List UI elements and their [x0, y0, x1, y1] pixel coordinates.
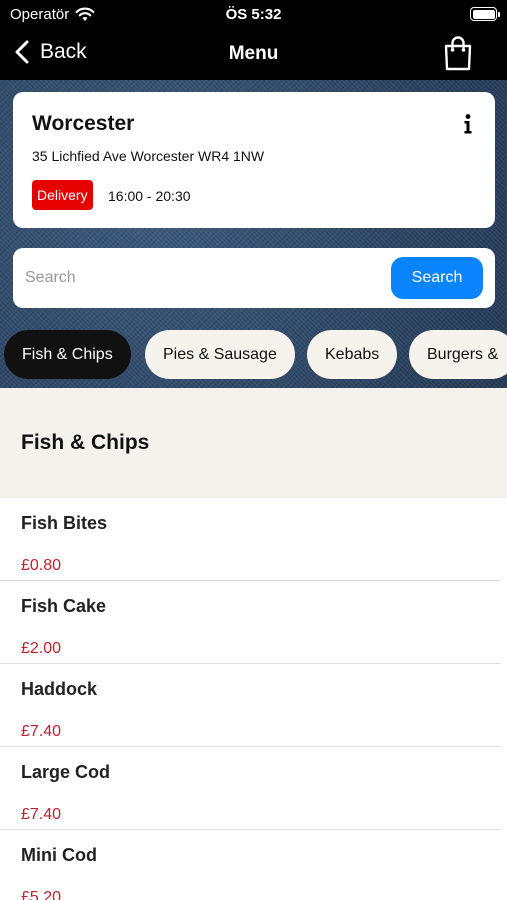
- shopping-bag-icon[interactable]: [443, 35, 473, 71]
- menu-item[interactable]: Mini Cod £5.20: [0, 830, 507, 900]
- category-tab-fish-chips[interactable]: Fish & Chips: [4, 330, 131, 379]
- item-price: £2.00: [21, 640, 62, 657]
- item-name: Fish Cake: [21, 596, 107, 616]
- section-title: Fish & Chips: [21, 431, 150, 454]
- shop-name: Worcester: [32, 112, 135, 135]
- menu-item[interactable]: Fish Bites £0.80: [0, 498, 507, 581]
- section-header: Fish & Chips: [0, 388, 507, 498]
- status-bar: Operatör ÖS 5:32: [0, 0, 507, 30]
- menu-item-list: Fish Bites £0.80 Fish Cake £2.00 Haddock…: [0, 498, 507, 900]
- search-bar: Search: [13, 248, 495, 308]
- category-tab-burgers[interactable]: Burgers &: [409, 330, 507, 379]
- opening-hours: 16:00 - 20:30: [108, 188, 191, 204]
- category-tab-pies-sausage[interactable]: Pies & Sausage: [145, 330, 295, 379]
- item-price: £5.20: [21, 889, 62, 900]
- item-name: Fish Bites: [21, 513, 108, 533]
- page-title: Menu: [228, 43, 279, 64]
- item-price: £0.80: [21, 557, 62, 574]
- navigation-bar: Back Menu: [0, 30, 507, 80]
- status-time: ÖS 5:32: [225, 6, 282, 23]
- search-input[interactable]: [25, 262, 385, 294]
- category-tabs: Fish & Chips Pies & Sausage Kebabs Burge…: [0, 330, 507, 380]
- menu-item[interactable]: Fish Cake £2.00: [0, 581, 507, 664]
- shop-info-card: Worcester 35 Lichfied Ave Worcester WR4 …: [13, 92, 495, 228]
- menu-item[interactable]: Haddock £7.40: [0, 664, 507, 747]
- item-name: Large Cod: [21, 762, 111, 782]
- search-button[interactable]: Search: [391, 257, 483, 299]
- shop-address: 35 Lichfied Ave Worcester WR4 1NW: [32, 148, 265, 164]
- item-name: Haddock: [21, 679, 98, 699]
- item-name: Mini Cod: [21, 845, 97, 865]
- delivery-badge: Delivery: [32, 180, 93, 210]
- category-tab-kebabs[interactable]: Kebabs: [307, 330, 398, 379]
- battery-icon: [470, 7, 500, 21]
- item-price: £7.40: [21, 723, 62, 740]
- item-price: £7.40: [21, 806, 62, 823]
- info-icon[interactable]: [463, 114, 473, 134]
- menu-item[interactable]: Large Cod £7.40: [0, 747, 507, 830]
